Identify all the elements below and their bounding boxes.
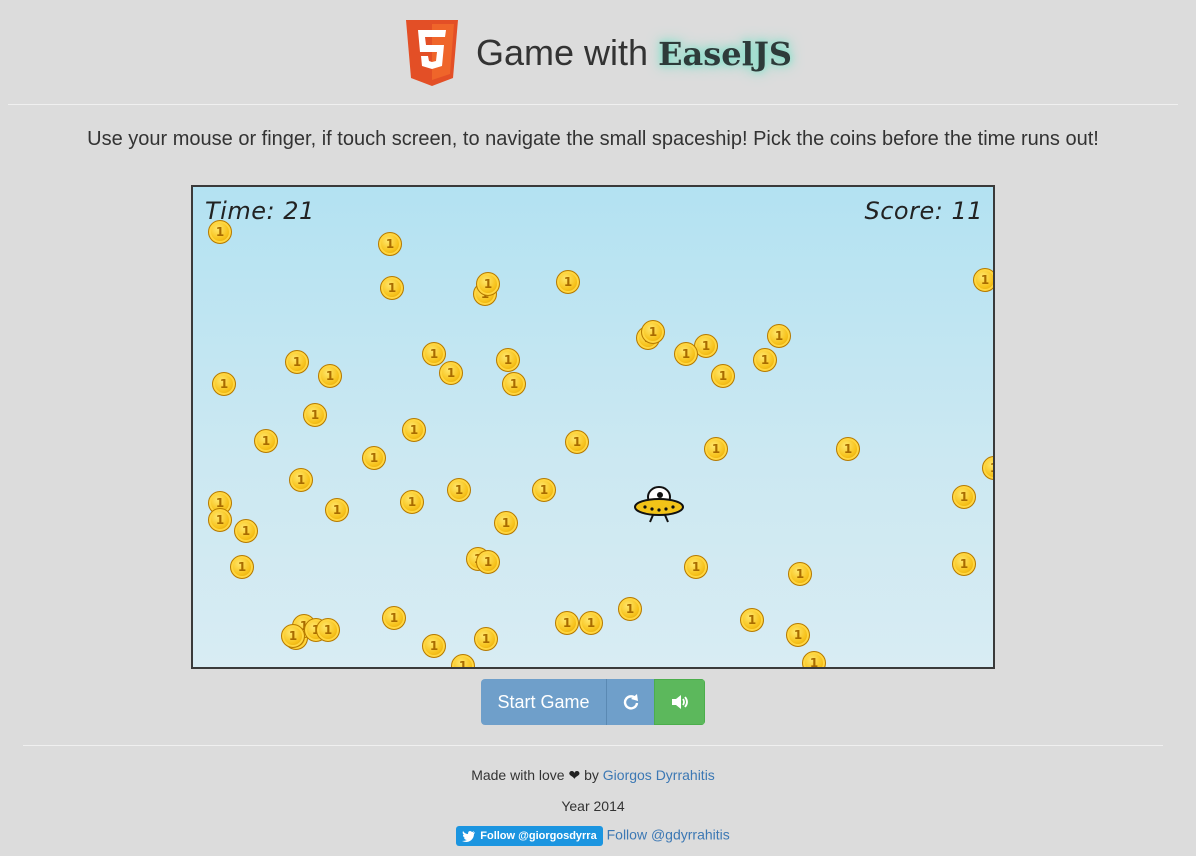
game-canvas[interactable]: Time: 21 Score: 11 111111111111111111111…: [191, 185, 995, 669]
coin-pickup: 1: [740, 608, 764, 632]
coin-pickup: 1: [711, 364, 735, 388]
coin-pickup: 1: [422, 634, 446, 658]
coin-pickup: 1: [303, 403, 327, 427]
coin-pickup: 1: [704, 437, 728, 461]
instructions-text: Use your mouse or finger, if touch scree…: [87, 128, 1099, 150]
coin-pickup: 1: [362, 446, 386, 470]
credits-line: Made with love ❤ by Giorgos Dyrrahitis: [0, 767, 1186, 784]
title-brand: EaselJS: [658, 35, 792, 73]
sound-toggle-button[interactable]: [654, 679, 705, 725]
twitter-button-label: Follow @giorgosdyrra: [480, 830, 597, 842]
coin-pickup: 1: [212, 372, 236, 396]
coin-pickup: 1: [380, 276, 404, 300]
coin-pickup: 1: [684, 555, 708, 579]
coin-pickup: 1: [532, 478, 556, 502]
heart-icon: ❤: [568, 767, 581, 783]
coin-pickup: 1: [254, 429, 278, 453]
reset-button[interactable]: [607, 679, 654, 725]
coin-pickup: 1: [579, 611, 603, 635]
coin-pickup: 1: [451, 654, 475, 667]
coin-pickup: 1: [556, 270, 580, 294]
coin-pickup: 1: [982, 456, 993, 480]
volume-icon: [671, 695, 688, 709]
coin-pickup: 1: [447, 478, 471, 502]
coin-pickup: 1: [674, 342, 698, 366]
coin-pickup: 1: [382, 606, 406, 630]
coin-pickup: 1: [476, 272, 500, 296]
coin-pickup: 1: [555, 611, 579, 635]
year-text: Year 2014: [561, 798, 625, 814]
coin-pickup: 1: [400, 490, 424, 514]
spaceship-icon[interactable]: [633, 483, 685, 525]
title-prefix: Game with: [476, 32, 649, 73]
twitter-bird-icon: [462, 831, 476, 842]
coin-pickup: 1: [208, 508, 232, 532]
by-text: by: [584, 767, 599, 783]
coin-pickup: 1: [565, 430, 589, 454]
coin-pickup: 1: [952, 485, 976, 509]
author-link[interactable]: Giorgos Dyrrahitis: [603, 767, 715, 783]
coin-pickup: 1: [767, 324, 791, 348]
coin-pickup: 1: [496, 348, 520, 372]
coin-pickup: 1: [402, 418, 426, 442]
coin-pickup: 1: [422, 342, 446, 366]
coin-pickup: 1: [802, 651, 826, 667]
html5-logo-icon: [406, 20, 459, 86]
start-game-button[interactable]: Start Game: [481, 679, 607, 725]
coin-pickup: 1: [208, 220, 232, 244]
refresh-icon: [623, 694, 638, 710]
page-header: Game with EaselJS: [0, 18, 1196, 88]
coin-pickup: 1: [289, 468, 313, 492]
coin-pickup: 1: [502, 372, 526, 396]
coin-pickup: 1: [285, 350, 309, 374]
follow-link[interactable]: Follow @gdyrrahitis: [607, 827, 730, 843]
coin-pickup: 1: [788, 562, 812, 586]
coin-pickup: 1: [316, 618, 340, 642]
coin-pickup: 1: [281, 624, 305, 648]
twitter-line: Follow @giorgosdyrra Follow @gdyrrahitis: [0, 826, 1186, 846]
coin-pickup: 1: [234, 519, 258, 543]
twitter-follow-button[interactable]: Follow @giorgosdyrra: [456, 826, 603, 846]
divider-top: [8, 104, 1178, 105]
coin-pickup: 1: [476, 550, 500, 574]
coin-pickup: 1: [836, 437, 860, 461]
coin-pickup: 1: [474, 627, 498, 651]
coin-pickup: 1: [952, 552, 976, 576]
score-counter: Score: 11: [864, 197, 983, 225]
coin-pickup: 1: [325, 498, 349, 522]
coin-pickup: 1: [378, 232, 402, 256]
divider-bottom: [23, 745, 1163, 746]
coin-pickup: 1: [786, 623, 810, 647]
coin-pickup: 1: [618, 597, 642, 621]
coin-pickup: 1: [753, 348, 777, 372]
coin-pickup: 1: [318, 364, 342, 388]
coin-pickup: 1: [230, 555, 254, 579]
coin-pickup: 1: [641, 320, 665, 344]
made-with-text: Made with love: [471, 767, 565, 783]
coin-pickup: 1: [439, 361, 463, 385]
page-title: Game with EaselJS: [476, 32, 792, 74]
coin-pickup: 1: [494, 511, 518, 535]
coin-pickup: 1: [973, 268, 993, 292]
game-controls: Start Game: [481, 679, 705, 725]
